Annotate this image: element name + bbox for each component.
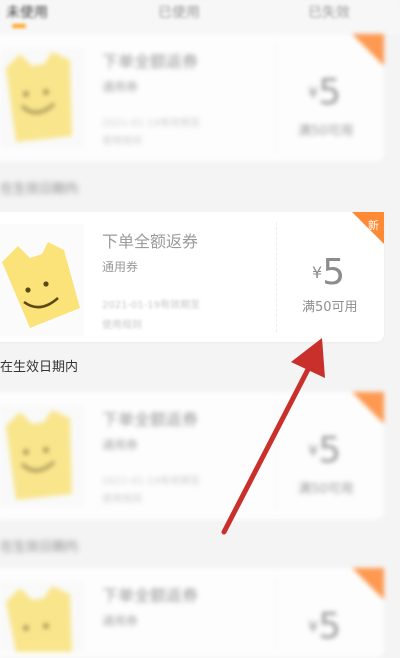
arrow-shaft (221, 349, 320, 535)
red-arrow-annotation (221, 338, 325, 535)
